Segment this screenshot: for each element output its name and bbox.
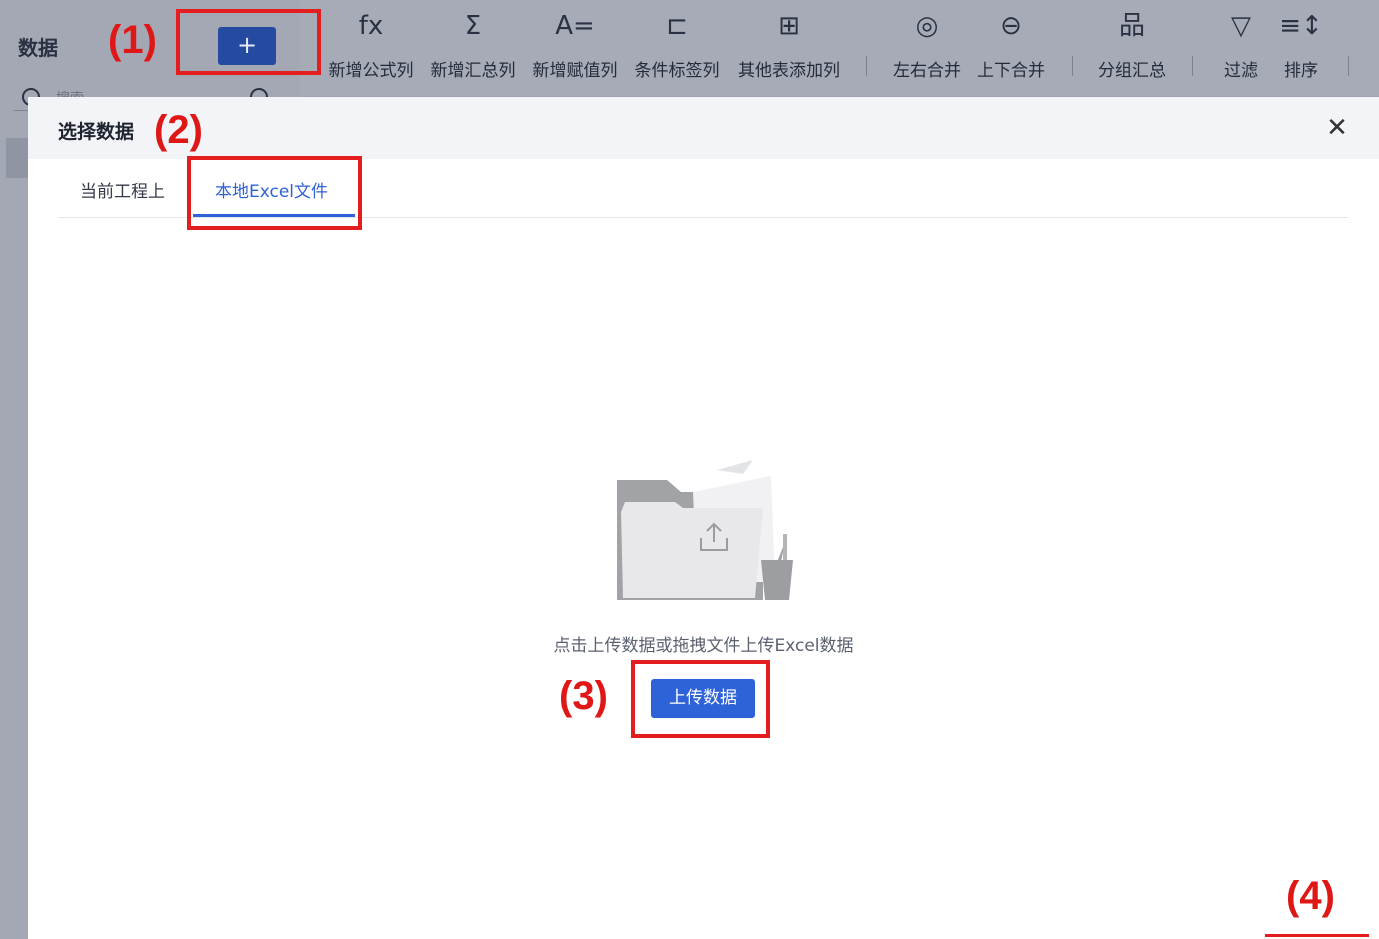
sort-icon: ≡↕ xyxy=(1279,11,1323,41)
table-add-icon: ⊞ xyxy=(778,11,800,41)
toolbar-sort[interactable]: ≡↕ 排序 xyxy=(1276,6,1326,90)
toolbar-separator xyxy=(866,56,867,76)
toolbar-label: 分组汇总 xyxy=(1098,61,1166,81)
merge-horizontal-icon: ◎ xyxy=(915,11,939,41)
toolbar-add-summary-column[interactable]: Σ 新增汇总列 xyxy=(427,6,519,90)
annotation-3-label: (3) xyxy=(559,674,608,718)
toolbar-other-table-column[interactable]: ⊞ 其他表添加列 xyxy=(733,6,845,90)
upload-folder-illustration xyxy=(617,460,793,600)
filter-icon: ▽ xyxy=(1231,11,1251,41)
tag-icon: ⊏ xyxy=(666,11,688,41)
assign-icon: A= xyxy=(555,11,595,41)
toolbar-label: 新增赋值列 xyxy=(532,61,618,81)
modal-title: 选择数据 xyxy=(58,121,135,143)
app-title: 数据 xyxy=(18,36,58,60)
pen-cup xyxy=(761,560,793,600)
toolbar-label: 条件标签列 xyxy=(634,61,720,81)
chart-icon[interactable] xyxy=(6,138,28,178)
close-icon[interactable]: ✕ xyxy=(1322,113,1352,143)
annotation-4-underline xyxy=(1265,934,1369,937)
toolbar-add-formula-column[interactable]: fx 新增公式列 xyxy=(325,6,417,90)
toolbar-label: 其他表添加列 xyxy=(738,61,840,81)
upload-hint: 点击上传数据或拖拽文件上传Excel数据 xyxy=(553,636,854,656)
toolbar-filter[interactable]: ▽ 过滤 xyxy=(1216,6,1266,90)
annotation-1-box xyxy=(176,9,321,75)
tab-current-project[interactable]: 当前工程上 xyxy=(80,177,165,202)
toolbar-label: 上下合并 xyxy=(977,61,1045,81)
toolbar-merge-vertical[interactable]: ⊖ 上下合并 xyxy=(973,6,1049,90)
annotation-3-box xyxy=(631,660,770,738)
sigma-icon: Σ xyxy=(464,11,482,41)
toolbar-label: 新增汇总列 xyxy=(430,61,516,81)
group-icon: 品 xyxy=(1118,11,1145,41)
toolbar-label: 左右合并 xyxy=(893,61,961,81)
annotation-2-box xyxy=(187,156,362,230)
toolbar-add-assign-column[interactable]: A= 新增赋值列 xyxy=(529,6,621,90)
toolbar-merge-horizontal[interactable]: ◎ 左右合并 xyxy=(889,6,965,90)
annotation-2-label: (2) xyxy=(154,108,203,152)
toolbar-separator xyxy=(1192,56,1193,76)
paper-scrap xyxy=(717,460,753,474)
toolbar-label: 排序 xyxy=(1284,61,1318,81)
toolbar-separator xyxy=(1072,56,1073,76)
toolbar-group-summary[interactable]: 品 分组汇总 xyxy=(1093,6,1171,90)
folder-front xyxy=(621,502,763,598)
toolbar-separator xyxy=(1348,56,1349,76)
toolbar-label: 新增公式列 xyxy=(328,61,414,81)
toolbar-label: 过滤 xyxy=(1224,61,1258,81)
annotation-4-label: (4) xyxy=(1286,874,1335,918)
annotation-1-label: (1) xyxy=(108,18,157,62)
modal-header xyxy=(28,97,1379,159)
merge-vertical-icon: ⊖ xyxy=(1000,11,1022,41)
formula-icon: fx xyxy=(358,11,384,41)
toolbar-condition-tag-column[interactable]: ⊏ 条件标签列 xyxy=(631,6,723,90)
